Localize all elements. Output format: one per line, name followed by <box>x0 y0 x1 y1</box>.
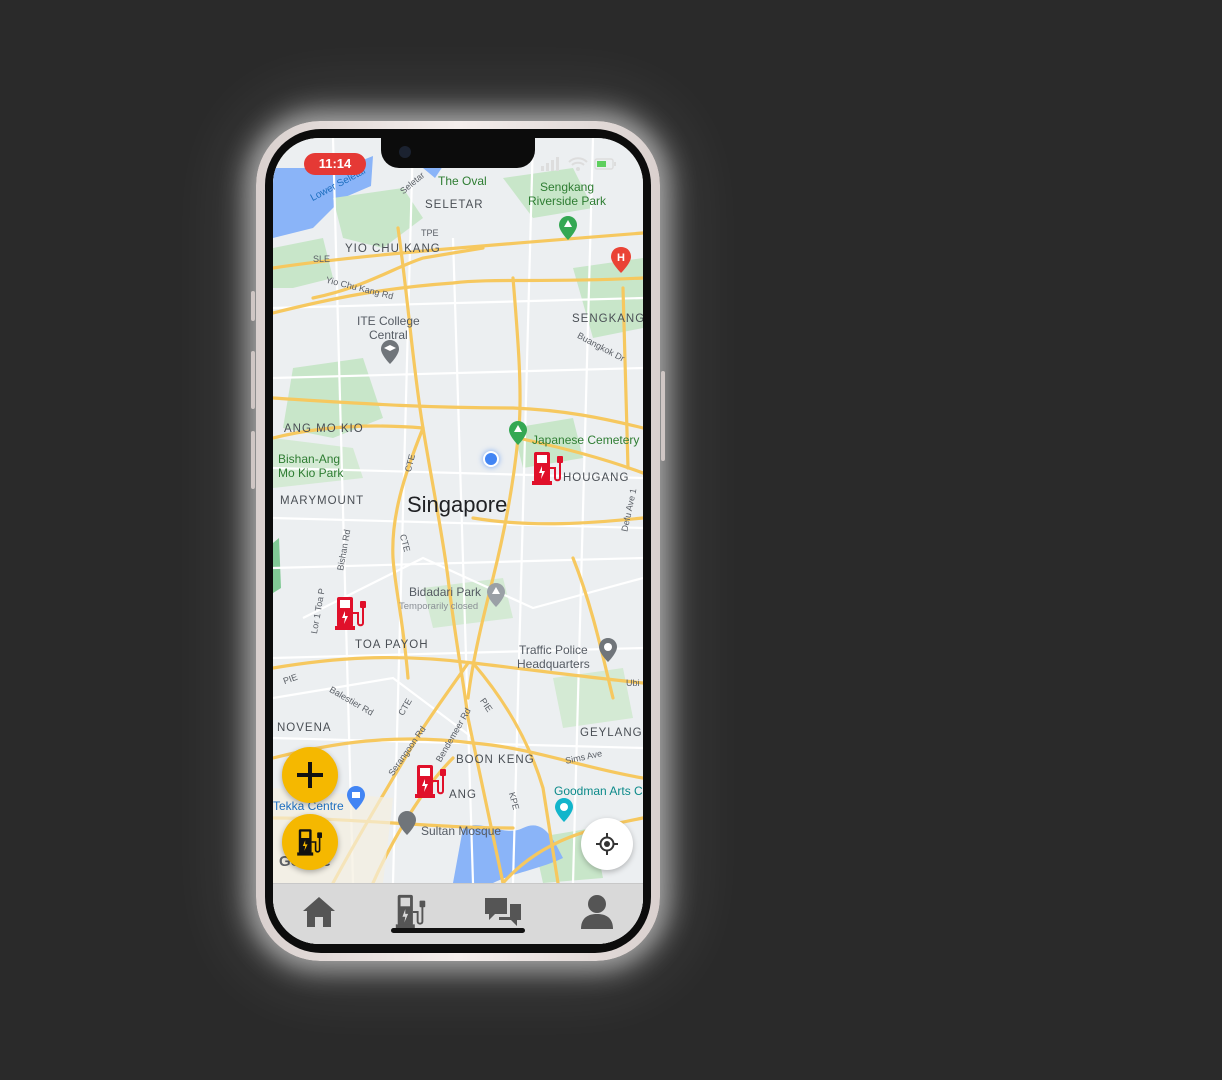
add-station-button[interactable] <box>282 747 338 803</box>
ev-charger-marker-icon[interactable] <box>531 448 565 488</box>
map-place-ite-college: ITE College Central <box>357 314 420 342</box>
police-pin-icon[interactable] <box>599 638 617 662</box>
arts-pin-icon[interactable] <box>555 798 573 822</box>
map-label-hougang: HOUGANG <box>563 472 630 484</box>
my-location-button[interactable] <box>581 818 633 870</box>
bidadari-park-pin-icon[interactable] <box>487 583 505 607</box>
ev-charger-marker-icon[interactable] <box>414 761 448 801</box>
road-label-sle: SLE <box>313 254 331 264</box>
mosque-pin-icon[interactable] <box>398 811 416 835</box>
signal-icon <box>541 157 559 171</box>
road-label-ubi: Ubi <box>626 678 640 688</box>
status-icons <box>541 157 616 171</box>
park-pin-icon[interactable] <box>559 216 577 240</box>
profile-icon <box>581 895 613 929</box>
map-place-goodman-arts: Goodman Arts C <box>554 784 643 798</box>
user-location-dot <box>483 451 499 467</box>
ev-charger-icon <box>297 829 322 856</box>
map-label-marymount: MARYMOUNT <box>280 495 365 507</box>
map-place-japanese-cemetery: Japanese Cemetery <box>532 433 640 447</box>
map-place-bidadari-status: Temporarily closed <box>399 601 479 612</box>
plus-icon <box>297 762 323 788</box>
home-indicator <box>391 928 525 933</box>
hospital-pin-icon[interactable]: H <box>611 247 631 273</box>
ev-station-icon <box>395 894 426 929</box>
tab-profile[interactable] <box>577 892 617 932</box>
map-label-geylang: GEYLANG <box>580 727 643 739</box>
map-label-boon-keng: BOON KENG <box>456 754 535 766</box>
battery-icon <box>594 158 616 170</box>
notch <box>381 138 535 168</box>
map-place-bidadari-park: Bidadari Park <box>409 585 482 599</box>
map-city-label: Singapore <box>407 492 508 517</box>
map-place-traffic-police: Traffic Police Headquarters <box>517 643 590 671</box>
shopping-pin-icon[interactable] <box>347 786 365 810</box>
map-place-sengkang-park: Sengkang Riverside Park <box>528 180 607 208</box>
home-icon <box>303 897 335 927</box>
silent-switch <box>251 291 255 321</box>
tab-home[interactable] <box>299 892 339 932</box>
power-button <box>661 371 665 461</box>
road-label-tpe: TPE <box>421 228 439 238</box>
volume-down-button <box>251 431 255 489</box>
crosshair-icon <box>596 833 618 855</box>
tab-chat[interactable] <box>483 892 523 932</box>
map-place-sultan-mosque: Sultan Mosque <box>421 824 502 838</box>
svg-text:H: H <box>617 252 625 264</box>
map-place-bishan-park: Bishan-Ang Mo Kio Park <box>278 452 344 480</box>
map-label-kallang: ANG <box>449 789 477 801</box>
tab-stations[interactable] <box>391 892 431 932</box>
map-label-novena: NOVENA <box>277 722 332 734</box>
map-label-seletar: SELETAR <box>425 199 484 211</box>
map-label-toa-payoh: TOA PAYOH <box>355 639 429 651</box>
app-screen: SELETAR YIO CHU KANG SENGKANG ANG MO KIO… <box>273 138 643 944</box>
chat-icon <box>485 898 521 926</box>
ev-charger-marker-icon[interactable] <box>334 593 368 633</box>
map-label-ang-mo-kio: ANG MO KIO <box>284 423 364 435</box>
map-label-sengkang: SENGKANG <box>572 313 643 325</box>
wifi-icon <box>568 157 588 171</box>
charger-filter-button[interactable] <box>282 814 338 870</box>
volume-up-button <box>251 351 255 409</box>
map-place-the-oval: The Oval <box>438 174 487 188</box>
phone-frame: SELETAR YIO CHU KANG SENGKANG ANG MO KIO… <box>251 121 665 961</box>
front-camera <box>399 146 411 158</box>
school-pin-icon[interactable] <box>381 340 399 364</box>
map-label-yio-chu-kang: YIO CHU KANG <box>345 243 441 255</box>
bottom-tab-bar <box>273 883 643 944</box>
cemetery-pin-icon[interactable] <box>509 421 527 445</box>
status-time: 11:14 <box>304 153 366 175</box>
